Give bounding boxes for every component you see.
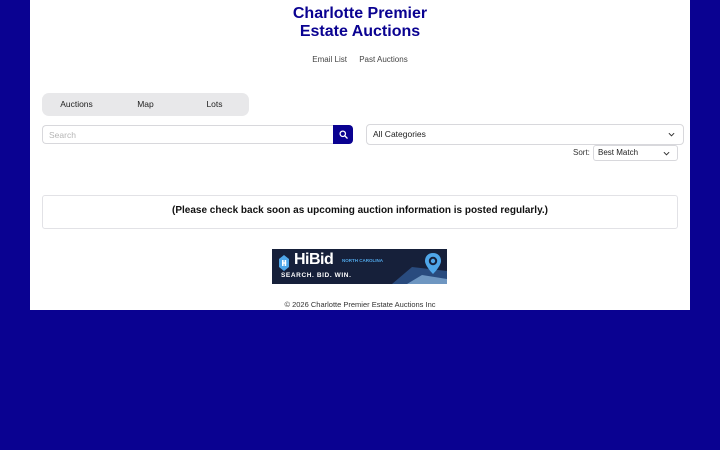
chevron-down-icon xyxy=(663,146,671,160)
search-button[interactable] xyxy=(333,125,353,144)
view-tabs: Auctions Map Lots xyxy=(42,93,249,116)
tab-auctions[interactable]: Auctions xyxy=(42,93,111,116)
main-panel: Charlotte Premier Estate Auctions Email … xyxy=(30,0,690,310)
no-auctions-notice: (Please check back soon as upcoming auct… xyxy=(42,195,678,229)
email-list-link[interactable]: Email List xyxy=(312,55,347,64)
hibid-tagline: SEARCH. BID. WIN. xyxy=(281,272,352,279)
site-title-line2: Estate Auctions xyxy=(299,23,421,40)
search-icon xyxy=(338,130,348,139)
past-auctions-link[interactable]: Past Auctions xyxy=(359,55,407,64)
site-title-line1: Charlotte Premier xyxy=(292,5,428,22)
category-selected-value: All Categories xyxy=(373,129,426,139)
category-select[interactable]: All Categories xyxy=(366,124,684,145)
hibid-brand: HiBid xyxy=(294,251,334,268)
search-input[interactable] xyxy=(42,125,345,144)
chevron-down-icon xyxy=(668,125,676,144)
tab-lots[interactable]: Lots xyxy=(180,93,249,116)
sort-selected-value: Best Match xyxy=(598,148,639,157)
sort-label: Sort: xyxy=(573,148,590,157)
tab-map[interactable]: Map xyxy=(111,93,180,116)
site-title[interactable]: Charlotte Premier Estate Auctions xyxy=(30,5,690,41)
top-links: Email List Past Auctions xyxy=(30,55,690,64)
hibid-region: NORTH CAROLINA xyxy=(342,258,383,263)
sort-select[interactable]: Best Match xyxy=(593,145,678,161)
hibid-banner[interactable]: HiBid NORTH CAROLINA SEARCH. BID. WIN. xyxy=(272,249,447,284)
footer-copyright: © 2026 Charlotte Premier Estate Auctions… xyxy=(284,300,436,309)
